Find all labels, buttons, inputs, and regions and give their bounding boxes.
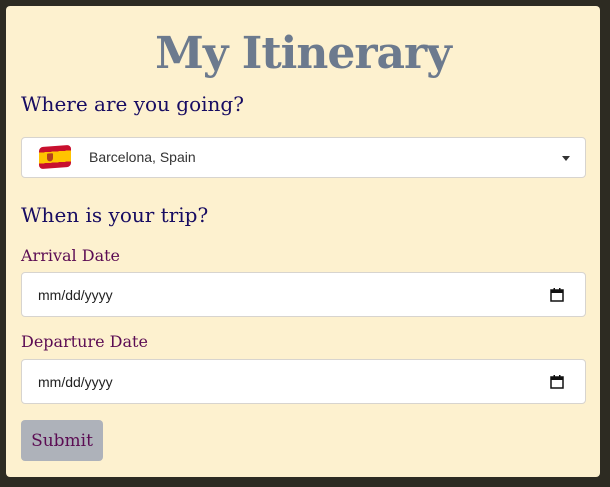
- page-title: My Itinerary: [155, 28, 452, 79]
- calendar-icon[interactable]: [550, 287, 564, 302]
- destination-select-value: Barcelona, Spain: [89, 149, 196, 165]
- arrival-date-label: Arrival Date: [21, 246, 121, 265]
- destination-heading: Where are you going?: [21, 92, 244, 116]
- trip-heading: When is your trip?: [21, 203, 209, 227]
- calendar-icon[interactable]: [550, 374, 564, 389]
- arrival-date-input[interactable]: mm/dd/yyyy: [21, 272, 586, 317]
- chevron-down-icon[interactable]: [562, 156, 570, 161]
- itinerary-card: My Itinerary Where are you going? Barcel…: [6, 6, 600, 477]
- spain-flag-icon: [39, 144, 71, 170]
- departure-date-label: Departure Date: [21, 332, 148, 351]
- departure-date-placeholder: mm/dd/yyyy: [38, 374, 113, 390]
- destination-select[interactable]: Barcelona, Spain: [21, 137, 586, 178]
- submit-button[interactable]: Submit: [21, 420, 103, 461]
- departure-date-input[interactable]: mm/dd/yyyy: [21, 359, 586, 404]
- arrival-date-placeholder: mm/dd/yyyy: [38, 287, 113, 303]
